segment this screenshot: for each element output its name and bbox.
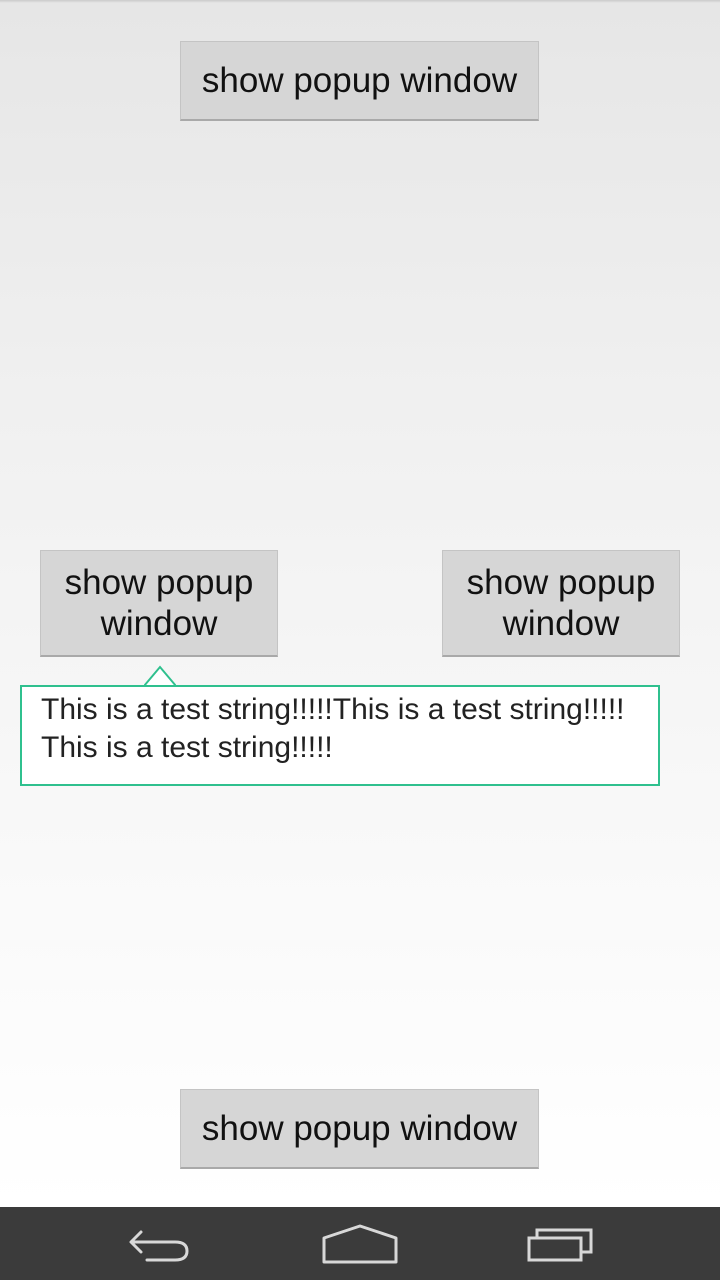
- show-popup-button-right[interactable]: show popup window: [442, 550, 680, 657]
- navigation-bar: [0, 1207, 720, 1280]
- back-button[interactable]: [100, 1207, 220, 1280]
- show-popup-button-bottom[interactable]: show popup window: [180, 1089, 539, 1169]
- recent-apps-button[interactable]: [502, 1207, 622, 1280]
- popup-window: This is a test string!!!!!This is a test…: [20, 685, 660, 786]
- recent-apps-icon: [527, 1228, 593, 1261]
- popup-text: This is a test string!!!!!This is a test…: [41, 693, 625, 764]
- popup-arrow: [144, 665, 176, 687]
- status-shadow: [0, 0, 720, 3]
- show-popup-button-top[interactable]: show popup window: [180, 41, 539, 121]
- show-popup-button-left[interactable]: show popup window: [40, 550, 278, 657]
- home-icon: [322, 1224, 398, 1263]
- back-icon: [129, 1230, 189, 1261]
- home-button[interactable]: [300, 1207, 420, 1280]
